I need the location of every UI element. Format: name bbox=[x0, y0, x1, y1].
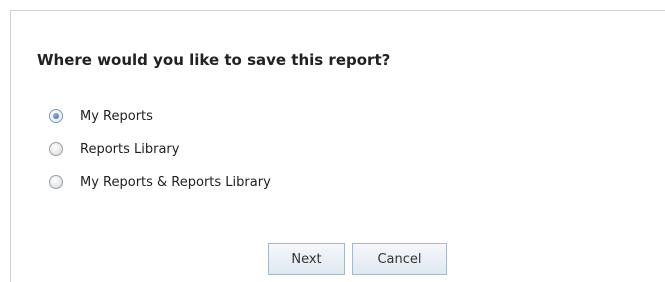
option-label: My Reports & Reports Library bbox=[80, 174, 271, 190]
my-reports-radio[interactable] bbox=[49, 109, 63, 123]
option-label: Reports Library bbox=[80, 141, 180, 157]
dialog-title: Where would you like to save this report… bbox=[37, 51, 391, 69]
next-button[interactable]: Next bbox=[268, 243, 345, 275]
both-radio[interactable] bbox=[49, 175, 63, 189]
option-both[interactable]: My Reports & Reports Library bbox=[49, 173, 271, 191]
save-report-dialog: Where would you like to save this report… bbox=[10, 10, 665, 282]
option-label: My Reports bbox=[80, 108, 153, 124]
reports-library-radio[interactable] bbox=[49, 142, 63, 156]
cancel-button[interactable]: Cancel bbox=[352, 243, 447, 275]
option-reports-library[interactable]: Reports Library bbox=[49, 140, 179, 158]
option-my-reports[interactable]: My Reports bbox=[49, 107, 153, 125]
